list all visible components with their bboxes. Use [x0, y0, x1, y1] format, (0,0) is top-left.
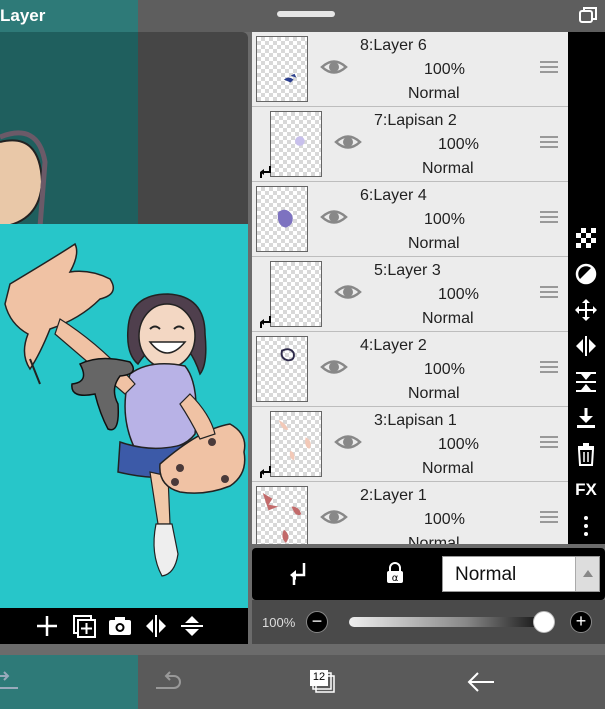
blend-mode-select[interactable]: Normal: [442, 556, 600, 592]
svg-text:α: α: [392, 573, 399, 584]
layer-opacity: 100%: [438, 136, 479, 153]
drag-handle-icon[interactable]: [540, 210, 558, 224]
layer-row[interactable]: 3:Lapisan 1 100% Normal: [252, 407, 568, 482]
drag-handle-icon[interactable]: [540, 510, 558, 524]
drag-handle-icon[interactable]: [540, 285, 558, 299]
trash-icon[interactable]: [574, 442, 598, 466]
layer-name: 2:Layer 1: [360, 487, 427, 504]
camera-icon[interactable]: [107, 613, 133, 639]
layer-opacity: 100%: [424, 511, 465, 528]
layer-thumbnail: [270, 411, 322, 477]
layer-opacity: 100%: [424, 211, 465, 228]
canvas-area[interactable]: [0, 32, 248, 644]
layer-thumbnail: [256, 36, 308, 102]
download-icon[interactable]: [574, 406, 598, 430]
move-icon[interactable]: [574, 298, 598, 322]
layer-blend-mode: Normal: [408, 385, 460, 402]
layers-panel: 8:Layer 6 100% Normal 7:Lapisan 2 100% Normal…: [252, 32, 568, 544]
clipping-indicator-icon: [260, 466, 271, 478]
layer-thumbnail: [256, 336, 308, 402]
layer-row[interactable]: 5:Layer 3 100% Normal: [252, 257, 568, 332]
layer-opacity: 100%: [438, 436, 479, 453]
flip-vertical-icon[interactable]: [179, 613, 205, 639]
clipping-indicator-icon: [260, 316, 271, 328]
redo-icon[interactable]: [152, 668, 182, 696]
layer-blend-mode: Normal: [408, 85, 460, 102]
layer-opacity: 100%: [438, 286, 479, 303]
fx-icon[interactable]: FX: [574, 478, 598, 502]
opacity-control: 100% − +: [252, 600, 605, 644]
layer-name: 7:Lapisan 2: [374, 112, 457, 129]
visibility-eye-icon[interactable]: [334, 131, 362, 153]
layer-thumbnail: [256, 486, 308, 544]
duplicate-layer-icon[interactable]: [71, 613, 97, 639]
visibility-eye-icon[interactable]: [320, 56, 348, 78]
layers-count-icon[interactable]: 12: [307, 668, 337, 696]
dropdown-arrow-icon[interactable]: [575, 557, 599, 591]
character-illustration: [4, 242, 246, 577]
visibility-eye-icon[interactable]: [320, 506, 348, 528]
clipping-icon[interactable]: [288, 561, 312, 587]
layer-opacity: 100%: [424, 361, 465, 378]
layer-thumbnail: [256, 186, 308, 252]
flip-horizontal-icon[interactable]: [143, 613, 169, 639]
opacity-value: 100%: [262, 615, 296, 630]
drag-handle-icon[interactable]: [540, 360, 558, 374]
layer-blend-mode: Normal: [422, 160, 474, 177]
drag-handle[interactable]: [277, 11, 335, 17]
artboard[interactable]: [0, 224, 248, 608]
layer-blend-mode: Normal: [422, 460, 474, 477]
layer-name: 5:Layer 3: [374, 262, 441, 279]
checker-transparency-icon[interactable]: [574, 226, 598, 250]
drag-handle-icon[interactable]: [540, 135, 558, 149]
back-arrow-icon[interactable]: [466, 668, 496, 696]
layer-thumbnail: [270, 261, 322, 327]
layer-controls-bar: α Normal: [252, 548, 605, 600]
more-vertical-icon[interactable]: [574, 514, 598, 538]
alpha-lock-icon[interactable]: α: [384, 562, 406, 584]
window-title: Layer: [0, 6, 46, 25]
drag-handle-icon[interactable]: [540, 60, 558, 74]
layer-row[interactable]: 2:Layer 1 100% Normal: [252, 482, 568, 544]
layer-opacity: 100%: [424, 61, 465, 78]
layer-row[interactable]: 7:Lapisan 2 100% Normal: [252, 107, 568, 182]
canvas-artwork-partial: [0, 130, 48, 228]
opacity-slider-knob[interactable]: [533, 611, 555, 633]
visibility-eye-icon[interactable]: [334, 281, 362, 303]
merge-down-icon[interactable]: [574, 370, 598, 394]
opacity-increase-button[interactable]: +: [570, 611, 592, 633]
layer-thumbnail: [270, 111, 322, 177]
visibility-eye-icon[interactable]: [320, 206, 348, 228]
layer-blend-mode: Normal: [408, 235, 460, 252]
layer-blend-mode: Normal: [422, 310, 474, 327]
flip-horizontal-icon[interactable]: [574, 334, 598, 358]
canvas-toolbar: [0, 608, 248, 644]
layer-name: 4:Layer 2: [360, 337, 427, 354]
layer-name: 3:Lapisan 1: [374, 412, 457, 429]
blend-mode-value: Normal: [455, 564, 517, 585]
restore-icon[interactable]: [578, 6, 598, 24]
mask-circle-icon[interactable]: [574, 262, 598, 286]
opacity-slider-track[interactable]: [349, 617, 544, 627]
layer-count: 12: [312, 671, 326, 683]
layer-blend-mode: Normal: [408, 535, 460, 544]
opacity-decrease-button[interactable]: −: [306, 611, 328, 633]
top-bar: Layer: [0, 0, 605, 32]
visibility-eye-icon[interactable]: [320, 356, 348, 378]
layer-name: 8:Layer 6: [360, 37, 427, 54]
clipping-indicator-icon: [260, 166, 271, 178]
drag-handle-icon[interactable]: [540, 435, 558, 449]
bottom-nav-bar: 12: [0, 655, 605, 709]
layer-name: 6:Layer 4: [360, 187, 427, 204]
layer-row[interactable]: 4:Layer 2 100% Normal: [252, 332, 568, 407]
layer-row[interactable]: 8:Layer 6 100% Normal: [252, 32, 568, 107]
layer-row[interactable]: 6:Layer 4 100% Normal: [252, 182, 568, 257]
plus-icon[interactable]: [34, 613, 60, 639]
visibility-eye-icon[interactable]: [334, 431, 362, 453]
layer-tool-column: FX: [568, 32, 605, 544]
undo-icon[interactable]: [0, 668, 22, 696]
